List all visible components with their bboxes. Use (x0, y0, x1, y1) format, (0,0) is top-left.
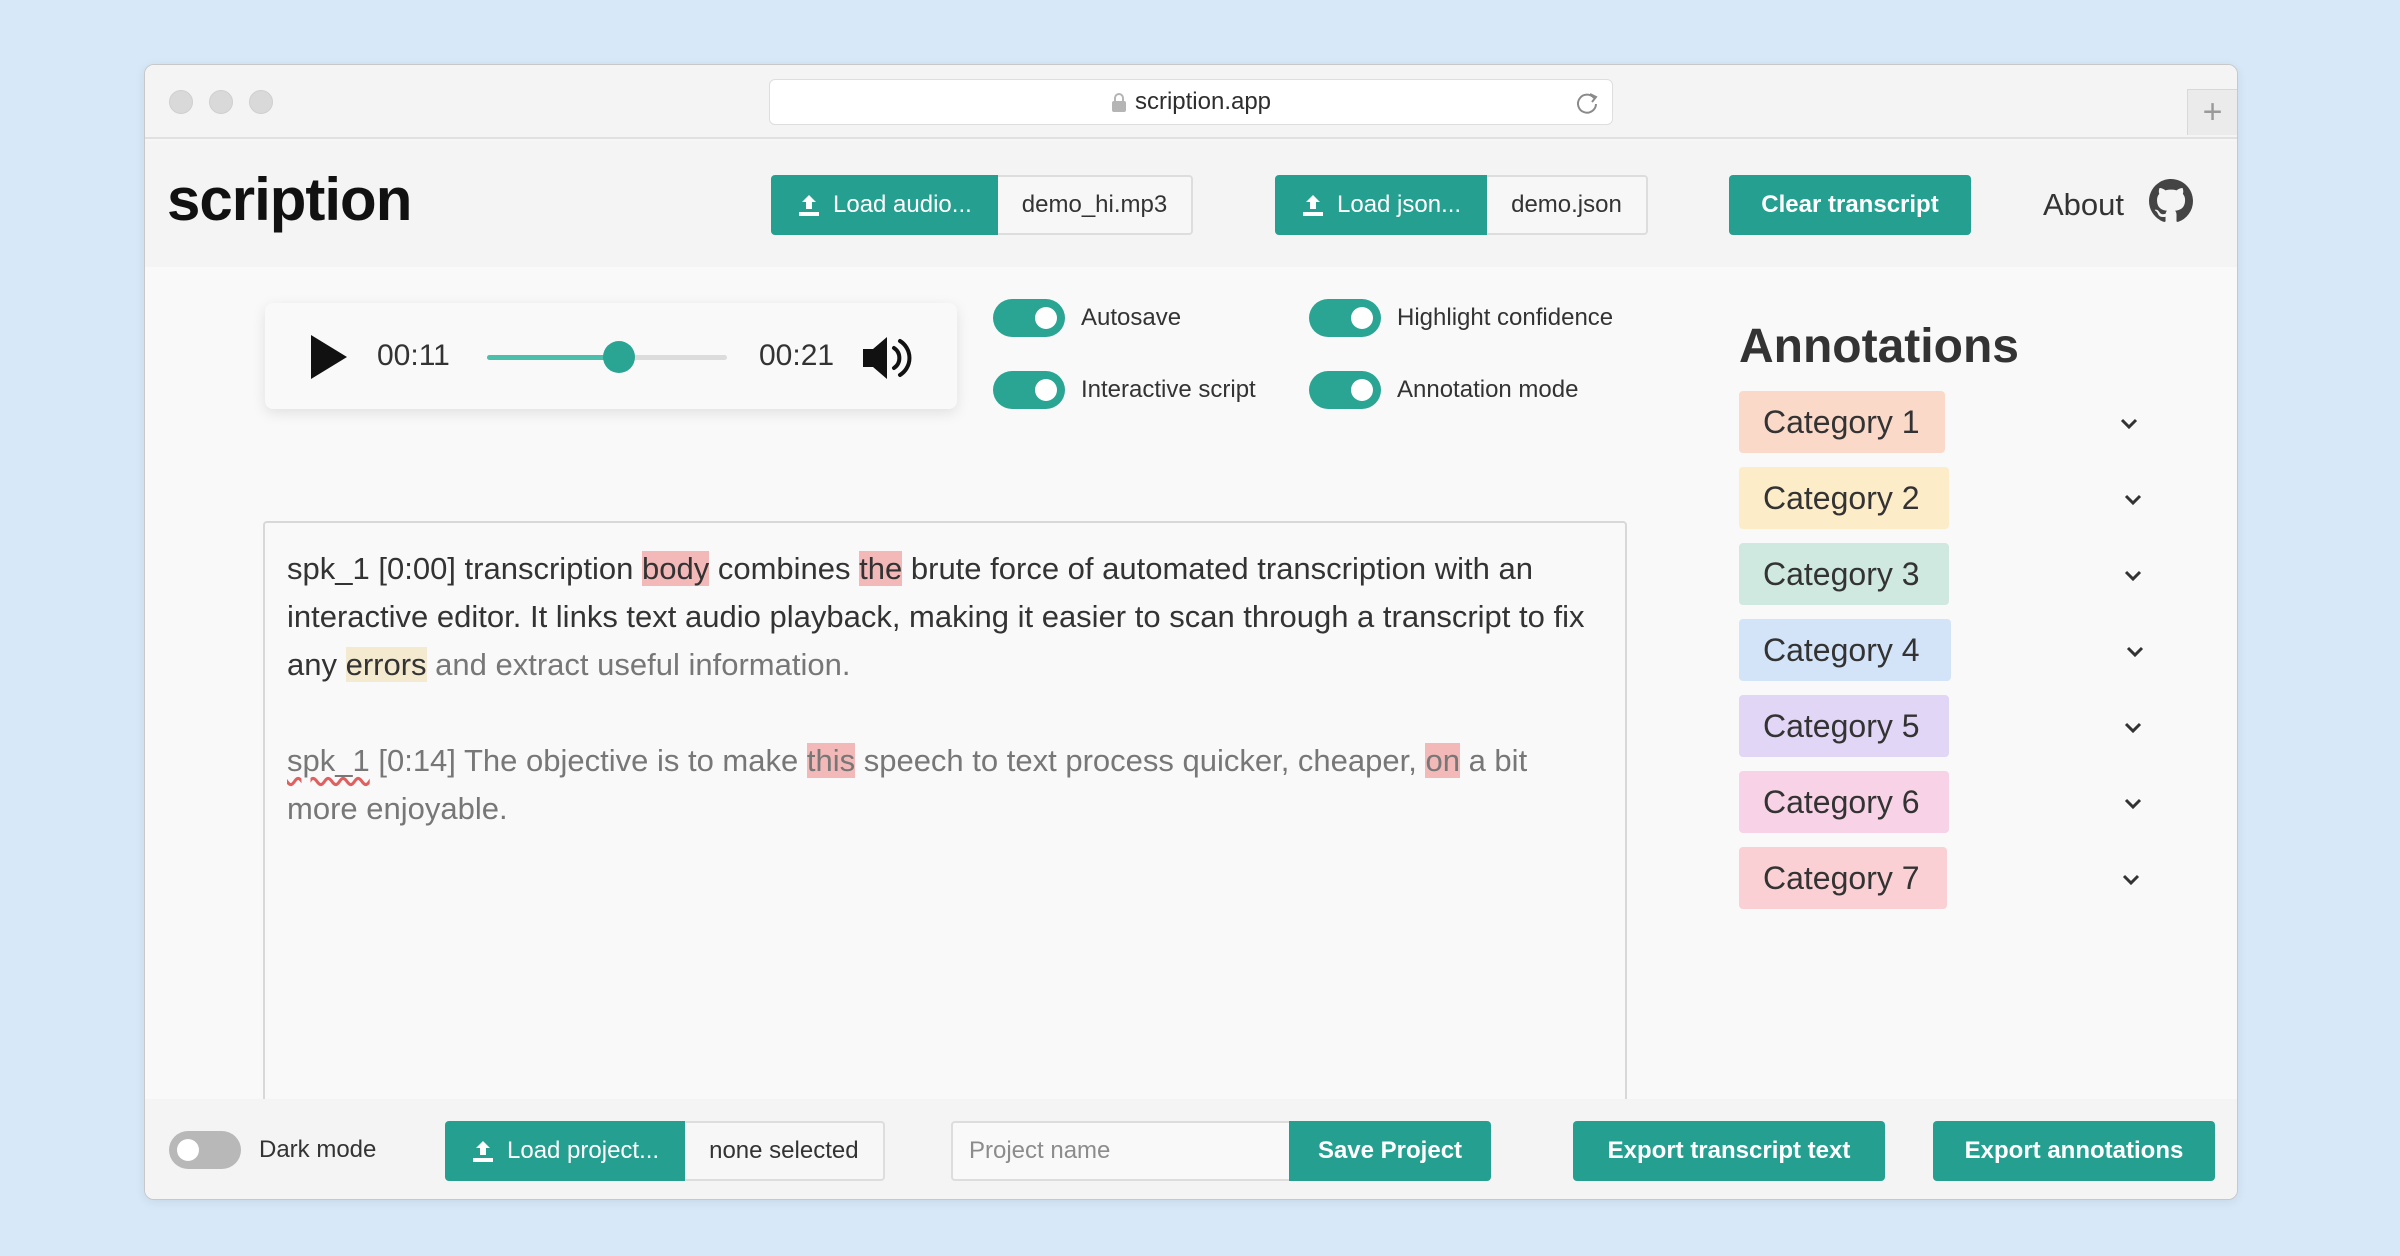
chevron-down-icon[interactable] (2123, 721, 2143, 735)
window-close-button[interactable] (169, 90, 193, 114)
speaker-label: spk_1 (287, 551, 370, 586)
autosave-label: Autosave (1081, 304, 1182, 331)
browser-window: scription.app + scription Load audio... … (144, 64, 2238, 1200)
low-confidence-word[interactable]: this (806, 743, 856, 778)
category-4-button[interactable]: Category 4 (1739, 619, 1951, 681)
transcript-text-unplayed[interactable]: and extract useful information. (427, 647, 850, 682)
load-json-label: Load json... (1337, 191, 1462, 218)
low-confidence-word[interactable]: on (1425, 743, 1460, 778)
load-json-group: Load json... demo.json (1275, 175, 1648, 235)
transcript-text[interactable]: speech to text process quicker, cheaper, (855, 743, 1425, 778)
app-logo: scription (167, 166, 412, 233)
seek-slider-thumb[interactable] (603, 341, 635, 373)
dark-mode-toggle-row: Dark mode (169, 1131, 376, 1169)
browser-titlebar: scription.app + (145, 65, 2237, 139)
upload-icon (473, 1141, 493, 1162)
audio-file-name: demo_hi.mp3 (997, 175, 1194, 235)
chevron-down-icon[interactable] (2123, 569, 2143, 583)
chevron-down-icon[interactable] (2121, 873, 2141, 887)
app-header: scription Load audio... demo_hi.mp3 Load… (145, 141, 2237, 267)
main-area: 00:11 00:21 Autosave Highlight confidenc… (145, 267, 2237, 1109)
chevron-down-icon[interactable] (2123, 493, 2143, 507)
low-confidence-word[interactable]: the (859, 551, 903, 586)
reload-icon[interactable] (1574, 90, 1600, 116)
interactive-script-label: Interactive script (1081, 376, 1256, 403)
annotation-mode-toggle-row: Annotation mode (1309, 371, 1578, 409)
audio-player: 00:11 00:21 (265, 303, 957, 409)
highlight-confidence-toggle[interactable] (1309, 299, 1381, 337)
chevron-down-icon[interactable] (2119, 417, 2139, 431)
category-6-button[interactable]: Category 6 (1739, 771, 1949, 833)
footer-bar: Dark mode Load project... none selected … (145, 1099, 2237, 1199)
play-icon[interactable] (309, 333, 349, 381)
category-1-button[interactable]: Category 1 (1739, 391, 1945, 453)
url-text: scription.app (1134, 88, 1272, 115)
upload-icon (1303, 195, 1323, 216)
volume-icon[interactable] (861, 333, 915, 383)
timestamp: [0:00] (378, 551, 456, 586)
annotation-mode-toggle[interactable] (1309, 371, 1381, 409)
category-2-button[interactable]: Category 2 (1739, 467, 1949, 529)
load-project-label: Load project... (507, 1137, 660, 1164)
transcript-text[interactable]: combines (709, 551, 859, 586)
transcript-text[interactable]: [0:14] The objective is to make (370, 743, 807, 778)
lock-icon (1111, 93, 1126, 112)
load-project-group: Load project... none selected (445, 1121, 885, 1181)
project-name-input[interactable] (969, 1137, 1289, 1165)
seek-slider-fill (487, 355, 619, 360)
category-5-button[interactable]: Category 5 (1739, 695, 1949, 757)
chevron-down-icon[interactable] (2123, 797, 2143, 811)
speaker-label: spk_1 (287, 743, 370, 778)
category-3-button[interactable]: Category 3 (1739, 543, 1949, 605)
transcript-editor[interactable]: spk_1 [0:00] transcription body combines… (263, 521, 1627, 1109)
window-minimize-button[interactable] (209, 90, 233, 114)
project-name-field[interactable] (951, 1121, 1291, 1181)
highlight-confidence-toggle-row: Highlight confidence (1309, 299, 1613, 337)
interactive-script-toggle[interactable] (993, 371, 1065, 409)
annotation-mode-label: Annotation mode (1397, 376, 1579, 403)
autosave-toggle-row: Autosave (993, 299, 1181, 337)
annotations-title: Annotations (1739, 320, 2019, 373)
low-confidence-word[interactable]: body (642, 551, 710, 586)
highlight-confidence-label: Highlight confidence (1397, 304, 1614, 331)
window-zoom-button[interactable] (249, 90, 273, 114)
upload-icon (799, 195, 819, 216)
export-transcript-button[interactable]: Export transcript text (1573, 1121, 1885, 1181)
about-link[interactable]: About (2043, 187, 2124, 223)
seek-slider[interactable] (487, 341, 727, 373)
chevron-down-icon[interactable] (2125, 645, 2145, 659)
transcript-paragraph[interactable]: spk_1 [0:14] The objective is to make th… (287, 737, 1603, 833)
json-file-name: demo.json (1487, 175, 1648, 235)
dark-mode-toggle[interactable] (169, 1131, 241, 1169)
transcript-text[interactable]: transcription (465, 551, 642, 586)
address-bar[interactable]: scription.app (769, 79, 1613, 125)
dark-mode-label: Dark mode (259, 1136, 377, 1163)
load-project-button[interactable]: Load project... (445, 1121, 686, 1181)
github-icon[interactable] (2149, 179, 2193, 223)
autosave-toggle[interactable] (993, 299, 1065, 337)
save-project-button[interactable]: Save Project (1289, 1121, 1491, 1181)
new-tab-button[interactable]: + (2187, 89, 2237, 135)
project-file-name: none selected (685, 1121, 885, 1181)
interactive-script-toggle-row: Interactive script (993, 371, 1256, 409)
export-annotations-button[interactable]: Export annotations (1933, 1121, 2215, 1181)
medium-confidence-word[interactable]: errors (345, 647, 427, 682)
load-json-button[interactable]: Load json... (1275, 175, 1488, 235)
load-audio-button[interactable]: Load audio... (771, 175, 998, 235)
category-7-button[interactable]: Category 7 (1739, 847, 1947, 909)
transcript-paragraph[interactable]: spk_1 [0:00] transcription body combines… (287, 545, 1603, 689)
load-audio-group: Load audio... demo_hi.mp3 (771, 175, 1194, 235)
load-audio-label: Load audio... (833, 191, 972, 218)
duration: 00:21 (759, 339, 835, 372)
current-time: 00:11 (377, 339, 450, 372)
clear-transcript-button[interactable]: Clear transcript (1729, 175, 1971, 235)
